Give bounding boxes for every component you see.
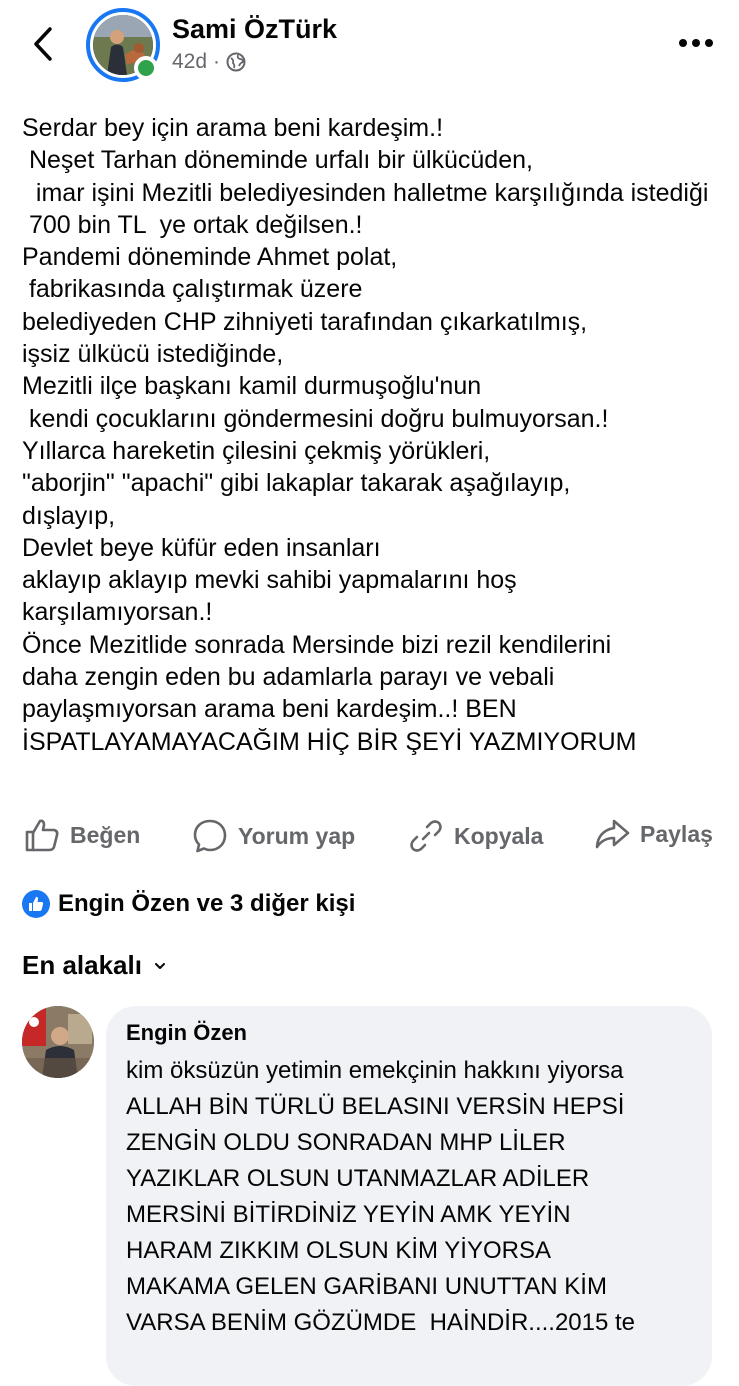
commenter-avatar[interactable] bbox=[22, 1006, 94, 1078]
comment-button[interactable]: Yorum yap bbox=[192, 818, 355, 854]
comment-author[interactable]: Engin Özen bbox=[126, 1020, 247, 1046]
back-arrow-icon bbox=[34, 27, 52, 61]
like-button[interactable]: Beğen bbox=[24, 818, 140, 852]
comment-icon bbox=[193, 819, 227, 853]
post-meta: 42d · bbox=[172, 50, 246, 74]
share-icon bbox=[595, 819, 630, 849]
copy-link-button[interactable]: Kopyala bbox=[408, 818, 543, 854]
share-button[interactable]: Paylaş bbox=[594, 818, 713, 850]
like-badge-icon bbox=[22, 890, 50, 918]
like-icon bbox=[25, 819, 59, 852]
back-button[interactable] bbox=[26, 24, 60, 64]
comment-bubble: Engin Özen kim öksüzün yetimin emekçinin… bbox=[106, 1006, 712, 1386]
post-time[interactable]: 42d bbox=[172, 50, 207, 74]
copy-link-label: Kopyala bbox=[454, 822, 544, 849]
reaction-summary-text: Engin Özen ve 3 diğer kişi bbox=[58, 890, 356, 917]
post-header: Sami ÖzTürk 42d · bbox=[0, 0, 739, 96]
sort-label: En alakalı bbox=[22, 950, 142, 980]
like-label: Beğen bbox=[70, 821, 141, 848]
meta-separator: · bbox=[213, 50, 221, 73]
chevron-down-icon bbox=[154, 962, 165, 969]
comment-text: kim öksüzün yetimin emekçinin hakkını yi… bbox=[126, 1057, 636, 1336]
globe-icon bbox=[226, 52, 246, 72]
comments-sort-dropdown[interactable]: En alakalı bbox=[22, 950, 166, 981]
share-label: Paylaş bbox=[640, 820, 713, 847]
online-status-dot bbox=[134, 56, 158, 80]
post-body-text: Serdar bey için arama beni kardeşim.! Ne… bbox=[22, 114, 709, 756]
copy-link-icon bbox=[410, 820, 442, 852]
comment-label: Yorum yap bbox=[238, 822, 356, 849]
reaction-summary[interactable]: Engin Özen ve 3 diğer kişi bbox=[22, 890, 355, 918]
post-action-bar: Beğen Yorum yap Kopyala Paylaş bbox=[0, 806, 739, 866]
more-options-button[interactable] bbox=[676, 28, 716, 58]
author-name[interactable]: Sami ÖzTürk bbox=[172, 14, 337, 45]
more-options-icon bbox=[679, 39, 713, 47]
